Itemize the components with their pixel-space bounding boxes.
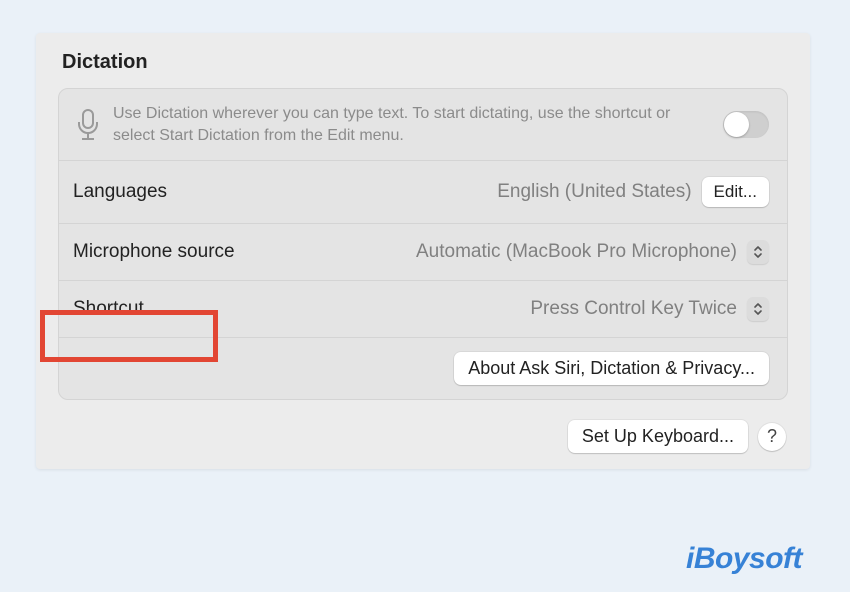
languages-value: English (United States) <box>497 181 691 203</box>
microphone-label: Microphone source <box>73 241 235 263</box>
watermark: iBoysoft <box>686 542 802 576</box>
dictation-info-row: Use Dictation wherever you can type text… <box>59 89 787 161</box>
dictation-info-text: Use Dictation wherever you can type text… <box>113 103 723 146</box>
microphone-value-group[interactable]: Automatic (MacBook Pro Microphone) <box>416 240 769 264</box>
toggle-knob <box>724 112 749 137</box>
shortcut-value: Press Control Key Twice <box>530 298 737 320</box>
shortcut-label: Shortcut <box>73 298 144 320</box>
help-button[interactable]: ? <box>758 423 786 451</box>
setup-keyboard-button[interactable]: Set Up Keyboard... <box>568 420 748 453</box>
microphone-row: Microphone source Automatic (MacBook Pro… <box>59 224 787 281</box>
languages-row: Languages English (United States) Edit..… <box>59 161 787 224</box>
about-privacy-button[interactable]: About Ask Siri, Dictation & Privacy... <box>454 352 769 385</box>
microphone-icon <box>69 106 107 144</box>
languages-label: Languages <box>73 181 167 203</box>
about-row: About Ask Siri, Dictation & Privacy... <box>59 338 787 399</box>
dictation-panel: Dictation Use Dictation wherever you can… <box>36 33 810 469</box>
shortcut-row: Shortcut Press Control Key Twice <box>59 281 787 338</box>
chevron-updown-icon[interactable] <box>747 240 769 264</box>
chevron-updown-icon[interactable] <box>747 297 769 321</box>
dictation-toggle[interactable] <box>723 111 769 138</box>
settings-group: Use Dictation wherever you can type text… <box>58 88 788 400</box>
microphone-value: Automatic (MacBook Pro Microphone) <box>416 241 737 263</box>
languages-edit-button[interactable]: Edit... <box>702 177 769 207</box>
shortcut-value-group[interactable]: Press Control Key Twice <box>530 297 769 321</box>
languages-value-group: English (United States) Edit... <box>497 177 769 207</box>
section-title: Dictation <box>62 51 788 74</box>
bottom-actions: Set Up Keyboard... ? <box>58 420 788 453</box>
